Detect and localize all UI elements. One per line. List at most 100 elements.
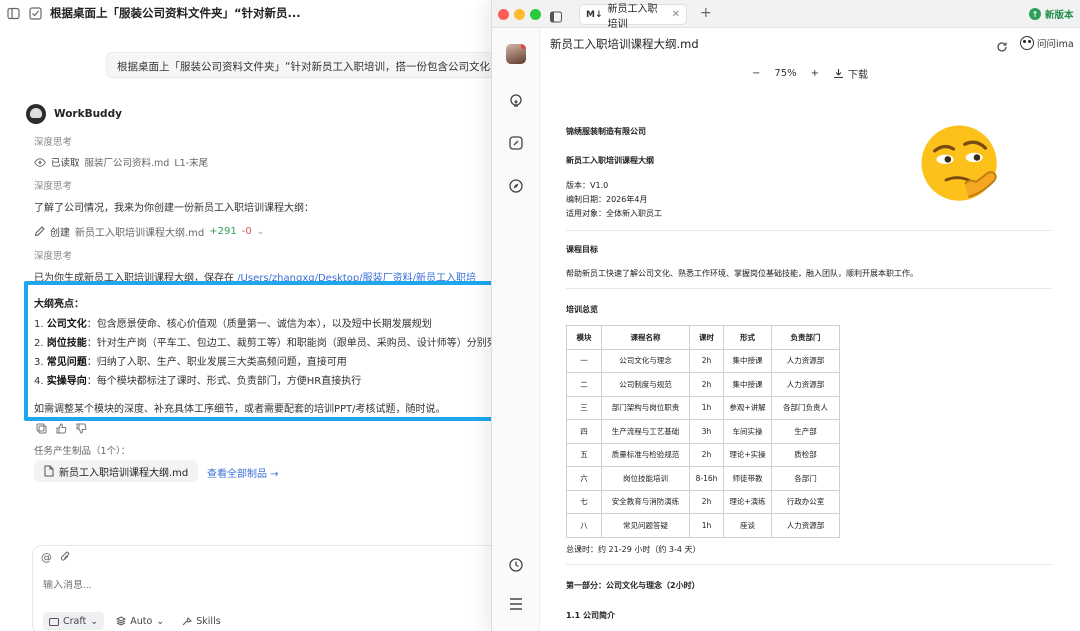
menu-icon[interactable]	[507, 595, 525, 613]
table-cell: 生产部	[771, 419, 840, 444]
table-cell: 常见问题答疑	[601, 513, 690, 538]
thumbs-down-icon[interactable]	[76, 423, 87, 434]
table-row: 五 质量标准与检验规范 2h 理论+实操 质检部	[566, 442, 840, 467]
table-cell: 公司文化与理念	[601, 348, 690, 373]
ask-ima-button[interactable]: 问问ima	[1020, 36, 1074, 50]
thinking-label[interactable]: 深度思考	[34, 248, 72, 262]
read-label: 已读取	[51, 158, 80, 169]
read-range: L1-末尾	[174, 158, 209, 169]
thumbs-up-icon[interactable]	[56, 423, 67, 434]
pencil-icon	[34, 226, 45, 237]
message-input[interactable]	[43, 580, 443, 591]
new-version-button[interactable]: ↑ 新版本	[1023, 5, 1080, 23]
table-cell: 三	[566, 395, 602, 420]
task-check-icon[interactable]	[28, 6, 42, 20]
table-cell: 2h	[689, 442, 724, 467]
bot-header: WorkBuddy	[26, 104, 122, 124]
edit-note-icon[interactable]	[507, 134, 525, 152]
table-cell: 2h	[689, 372, 724, 397]
avatar[interactable]	[506, 44, 526, 64]
table-cell: 3h	[689, 419, 724, 444]
table-row: 三 部门架构与岗位职责 1h 参观+讲解 各部门负责人	[566, 395, 840, 420]
read-file: 服装厂公司资料.md	[84, 158, 170, 169]
message-actions	[36, 423, 87, 434]
new-tab-button[interactable]: +	[700, 5, 712, 21]
highlights-note: 如需调整某个模块的深度、补充具体工序细节，或者需要配套的培训PPT/考核试题，随…	[34, 404, 446, 415]
model-selector[interactable]: Auto ⌄	[110, 612, 170, 630]
table-row: 二 公司制度与规范 2h 集中授课 人力资源部	[566, 372, 840, 397]
mode-selector[interactable]: Craft ⌄	[43, 612, 105, 630]
sidebar-toggle-icon[interactable]	[6, 6, 20, 20]
outline-highlights: 大纲亮点： 1. 公司文化：包含愿景使命、核心价值观（质量第一、诚信为本），以及…	[24, 281, 495, 421]
create-step[interactable]: 创建 新员工入职培训课程大纲.md +291 -0 ⌄	[34, 224, 264, 239]
history-clock-icon[interactable]	[507, 556, 525, 574]
download-button[interactable]: 下载	[833, 66, 868, 81]
skills-icon	[182, 617, 193, 626]
document-preview[interactable]: 锦绣服装制造有限公司 新员工入职培训课程大纲 版本：V1.0 编制日期：2026…	[540, 90, 1080, 631]
artifact-file-name: 新员工入职培训课程大纲.md	[59, 467, 189, 479]
section-heading: 1.1 公司简介	[566, 611, 615, 620]
table-cell: 1h	[689, 395, 724, 420]
tab-markdown-file[interactable]: M↓ 新员工入职培训 ✕	[579, 4, 687, 30]
item-number: 4.	[34, 376, 44, 387]
table-row: 七 安全教育与消防演练 2h 理论+演练 行政办公室	[566, 489, 840, 514]
zoom-out-button[interactable]: −	[752, 68, 760, 79]
column-header: 负责部门	[771, 325, 840, 350]
artifact-file-chip[interactable]: 新员工入职培训课程大纲.md	[34, 460, 199, 482]
compass-icon[interactable]	[507, 177, 525, 195]
sidebar-toggle-icon[interactable]	[550, 8, 562, 27]
paperclip-icon[interactable]	[60, 551, 71, 563]
window-titlebar: M↓ 新员工入职培训 ✕ + ↑ 新版本	[492, 0, 1080, 30]
eye-icon	[34, 157, 46, 167]
chat-topbar: 根据桌面上「服装公司资料文件夹」“针对新员...	[0, 0, 495, 26]
view-all-artifacts-link[interactable]: 查看全部制品 →	[207, 465, 279, 480]
doc-company: 锦绣服装制造有限公司	[566, 127, 646, 136]
create-file: 新员工入职培训课程大纲.md	[75, 228, 205, 239]
table-cell: 8-16h	[689, 466, 724, 491]
mention-icon[interactable]: @	[41, 551, 52, 564]
table-cell: 人力资源部	[771, 513, 840, 538]
refresh-icon[interactable]	[996, 38, 1008, 57]
table-cell: 公司制度与规范	[601, 372, 690, 397]
item-number: 1.	[34, 319, 44, 330]
zoom-in-button[interactable]: +	[811, 68, 819, 79]
thinking-label[interactable]: 深度思考	[34, 134, 72, 148]
highlight-item: 3. 常见问题：归纳了入职、生产、职业发展三大类高频问题，直接可用	[34, 353, 486, 372]
table-cell: 集中授课	[723, 348, 772, 373]
divider	[566, 288, 1052, 289]
composer-bar: Craft ⌄ Auto ⌄ Skills	[43, 612, 227, 630]
model-label: Auto	[130, 615, 153, 627]
tab-title: 新员工入职培训	[607, 3, 658, 30]
copy-icon[interactable]	[36, 423, 47, 434]
diff-added: +291	[209, 226, 237, 237]
table-cell: 七	[566, 489, 602, 514]
close-tab-icon[interactable]: ✕	[672, 9, 680, 20]
doc-title: 新员工入职培训课程大纲	[566, 156, 654, 165]
arrow-up-icon: ↑	[1029, 8, 1041, 20]
table-cell: 座谈	[723, 513, 772, 538]
chevron-down-icon[interactable]: ⌄	[257, 227, 265, 237]
divider	[566, 230, 1052, 231]
table-cell: 质检部	[771, 442, 840, 467]
bot-avatar	[26, 104, 46, 124]
highlight-item: 1. 公司文化：包含愿景使命、核心价值观（质量第一、诚信为本），以及短中长期发展…	[34, 315, 486, 334]
zoom-level: 75%	[774, 68, 797, 79]
lightbulb-icon[interactable]	[507, 92, 525, 110]
create-label: 创建	[50, 228, 70, 239]
column-header: 模块	[566, 325, 602, 350]
doc-version: 版本：V1.0	[566, 181, 609, 190]
maximize-window-button[interactable]	[530, 9, 541, 20]
minimize-window-button[interactable]	[514, 9, 525, 20]
highlights-title: 大纲亮点：	[34, 299, 84, 310]
read-step[interactable]: 已读取 服装厂公司资料.md L1-末尾	[34, 155, 208, 169]
column-header: 课程名称	[601, 325, 690, 350]
table-row: 六 岗位技能培训 8-16h 师徒带教 各部门	[566, 466, 840, 491]
chevron-down-icon: ⌄	[156, 615, 165, 627]
skills-button[interactable]: Skills	[176, 612, 226, 630]
thinking-label[interactable]: 深度思考	[34, 178, 72, 192]
markdown-window: M↓ 新员工入职培训 ✕ + ↑ 新版本 新员工入职培训课程大纲.md 问问im…	[491, 0, 1080, 631]
close-window-button[interactable]	[498, 9, 509, 20]
overview-heading: 培训总览	[566, 305, 598, 314]
intro-text: 了解了公司情况，我来为你创建一份新员工入职培训课程大纲：	[34, 203, 314, 214]
table-cell: 师徒带教	[723, 466, 772, 491]
